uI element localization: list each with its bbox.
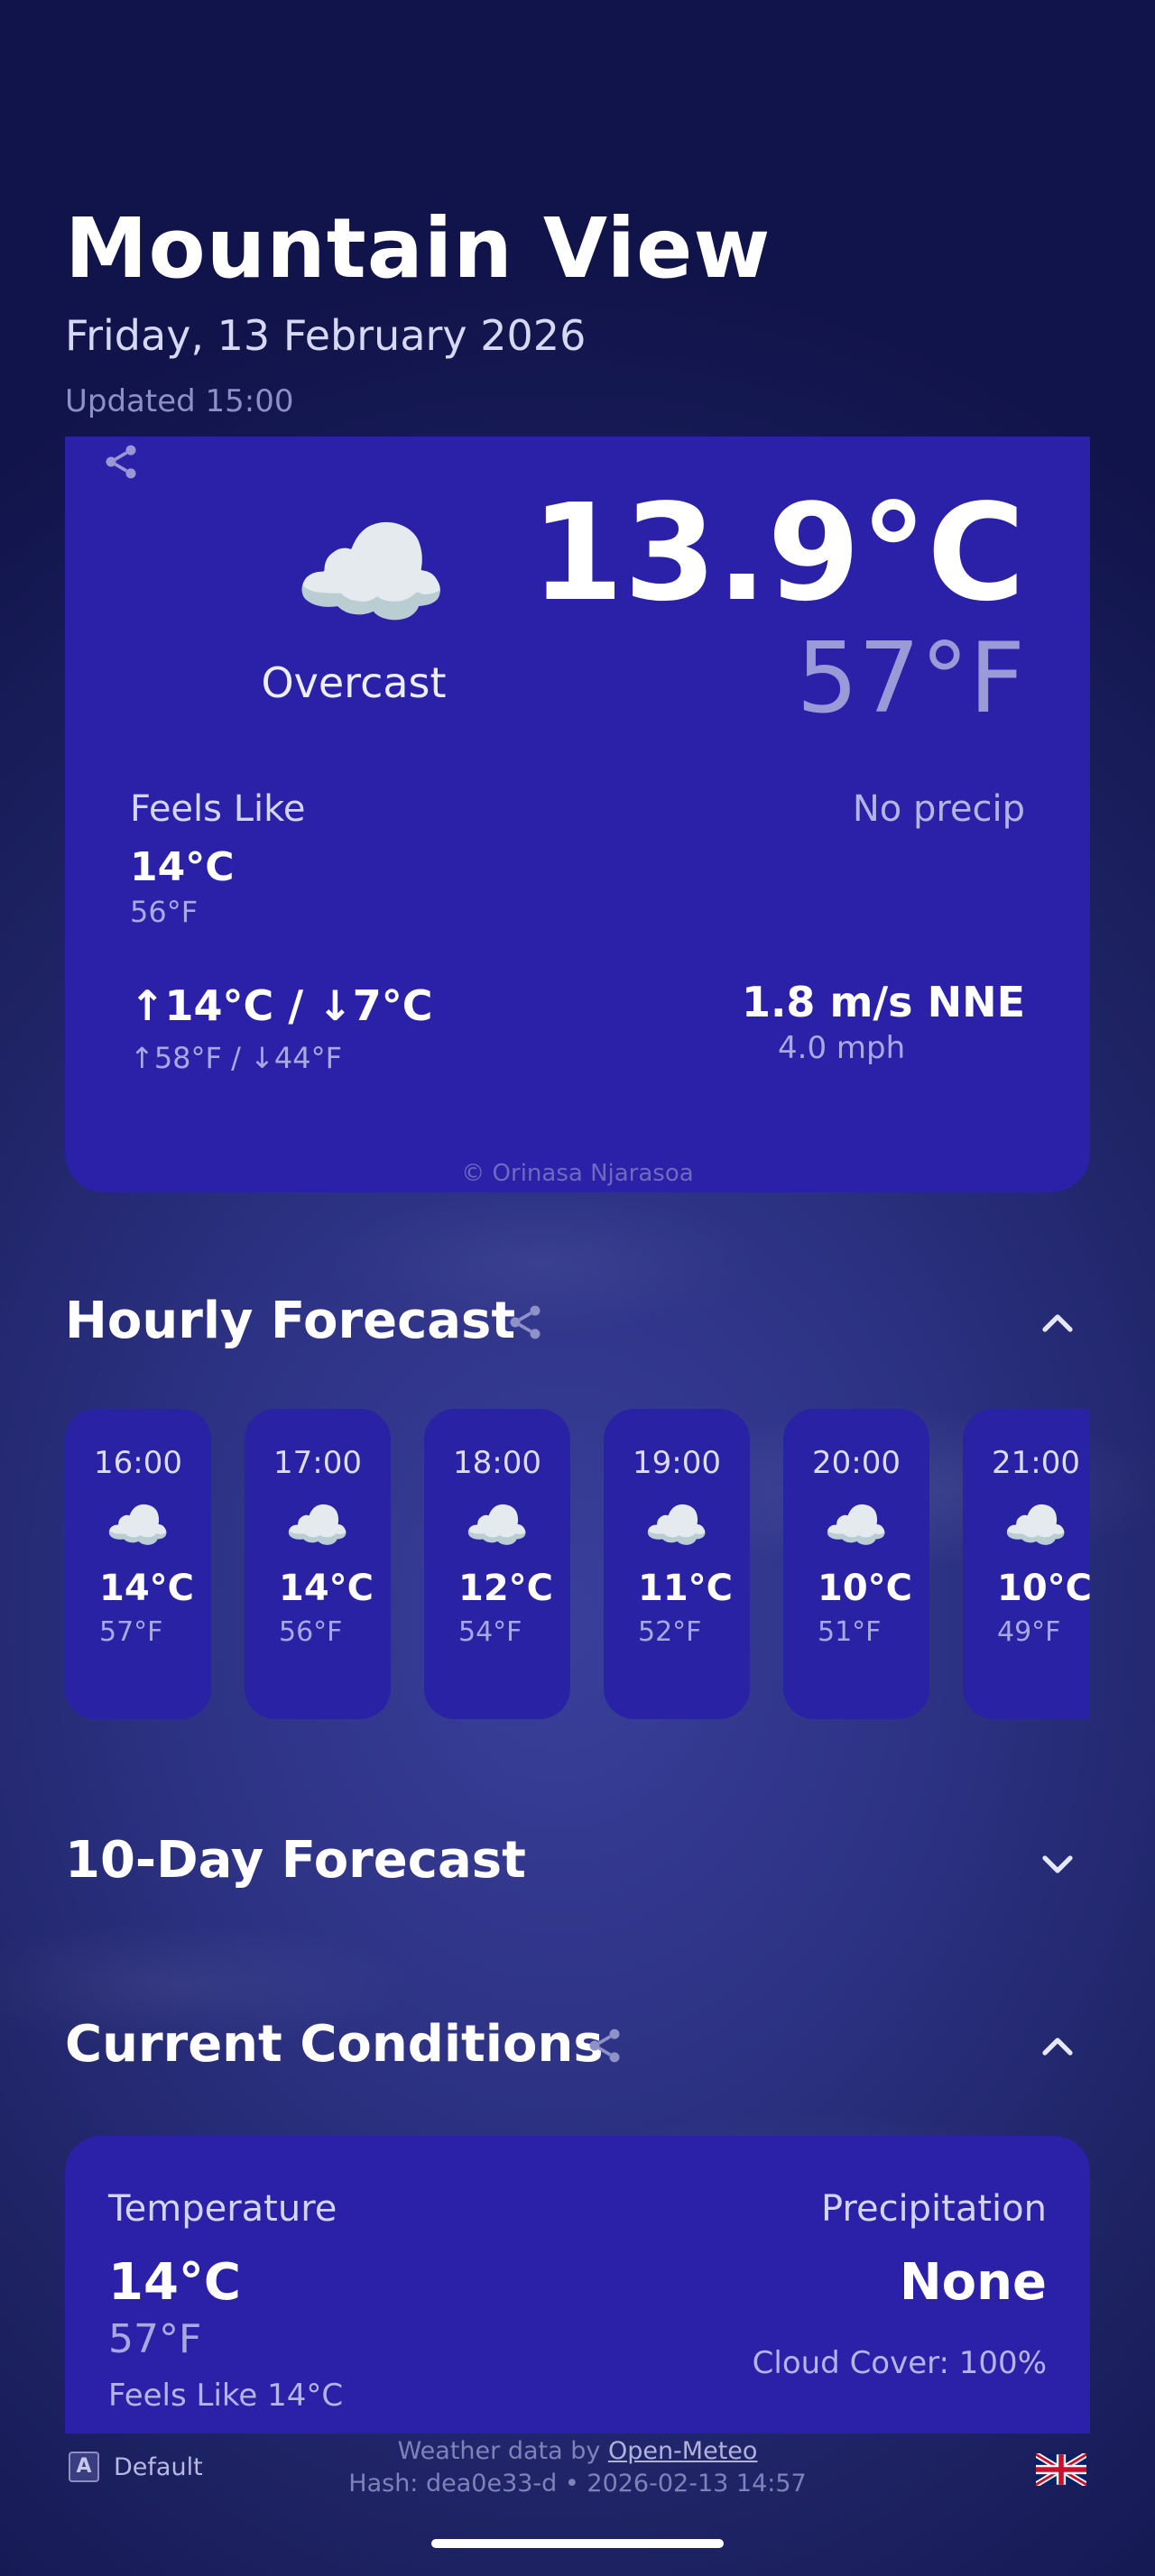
hour-time: 21:00: [992, 1445, 1080, 1481]
current-weather-card: ☁️ Overcast 13.9°C 57°F Feels Like 14°C …: [65, 437, 1090, 1192]
temperature-celsius: 13.9°C: [531, 475, 1025, 630]
hourly-card[interactable]: 19:00 ☁️ 11°C 52°F: [604, 1409, 750, 1719]
cloud-cover-text: Cloud Cover: 100%: [752, 2345, 1047, 2381]
share-icon[interactable]: [101, 442, 141, 482]
precipitation-value: None: [899, 2253, 1047, 2312]
hour-temp-fahrenheit: 49°F: [997, 1616, 1061, 1648]
temperature-value-fahrenheit: 57°F: [108, 2316, 202, 2362]
temperature-label: Temperature: [108, 2188, 337, 2230]
chevron-down-icon[interactable]: [1036, 1842, 1079, 1885]
hour-temp-fahrenheit: 51°F: [818, 1616, 882, 1648]
cloud-icon: ☁️: [284, 1495, 351, 1556]
hour-temp-celsius: 14°C: [99, 1568, 195, 1609]
hour-time: 18:00: [453, 1445, 541, 1481]
cloud-icon: ☁️: [105, 1495, 171, 1556]
cloud-icon: ☁️: [464, 1495, 531, 1556]
wind-speed-ms: 1.8 m/s NNE: [741, 978, 1025, 1026]
chevron-up-icon[interactable]: [1036, 2026, 1079, 2069]
cloud-icon: ☁️: [823, 1495, 890, 1556]
open-meteo-link[interactable]: Open-Meteo: [608, 2437, 757, 2465]
feels-like-label: Feels Like: [130, 788, 306, 830]
hourly-forecast-title: Hourly Forecast: [65, 1292, 516, 1350]
updated-time: Updated 15:00: [65, 383, 294, 419]
precipitation-label: Precipitation: [820, 2188, 1047, 2230]
data-attribution: Weather data by Open-Meteo: [307, 2435, 848, 2468]
temperature-fahrenheit: 57°F: [796, 622, 1025, 735]
hourly-card[interactable]: 16:00 ☁️ 14°C 57°F: [65, 1409, 211, 1719]
hourly-card[interactable]: 21:00 ☁️ 10°C 49°F: [963, 1409, 1093, 1719]
hour-temp-fahrenheit: 57°F: [99, 1616, 163, 1648]
feels-like-text: Feels Like 14°C: [108, 2378, 344, 2414]
hour-temp-celsius: 12°C: [458, 1568, 554, 1609]
hour-temp-fahrenheit: 54°F: [458, 1616, 522, 1648]
share-icon[interactable]: [585, 2026, 624, 2065]
hourly-card[interactable]: 20:00 ☁️ 10°C 51°F: [783, 1409, 929, 1719]
photo-credit: © Orinasa Njarasoa: [461, 1160, 694, 1187]
attribution-prefix: Weather data by: [397, 2437, 608, 2465]
theme-toggle[interactable]: A Default: [69, 2452, 203, 2482]
city-title: Mountain View: [65, 200, 772, 297]
cloud-icon: ☁️: [1003, 1495, 1069, 1556]
chevron-up-icon[interactable]: [1036, 1302, 1079, 1346]
hour-time: 17:00: [273, 1445, 362, 1481]
hour-time: 16:00: [94, 1445, 182, 1481]
cloud-icon: ☁️: [292, 500, 450, 647]
hour-time: 19:00: [633, 1445, 721, 1481]
home-indicator[interactable]: [431, 2539, 724, 2548]
hour-temp-fahrenheit: 52°F: [638, 1616, 702, 1648]
condition-label: Overcast: [261, 658, 447, 707]
feels-like-celsius: 14°C: [130, 844, 235, 890]
precip-status: No precip: [852, 788, 1025, 830]
hour-time: 20:00: [812, 1445, 901, 1481]
theme-icon: A: [69, 2452, 99, 2482]
current-date: Friday, 13 February 2026: [65, 311, 587, 360]
theme-label: Default: [114, 2452, 203, 2481]
high-low-fahrenheit: ↑58°F / ↓44°F: [130, 1041, 342, 1075]
hourly-card[interactable]: 18:00 ☁️ 12°C 54°F: [424, 1409, 570, 1719]
hour-temp-celsius: 14°C: [279, 1568, 374, 1609]
footer-info: Weather data by Open-Meteo Hash: dea0e33…: [307, 2435, 848, 2501]
cloud-icon: ☁️: [643, 1495, 710, 1556]
build-hash: Hash: dea0e33-d • 2026-02-13 14:57: [348, 2470, 807, 2498]
feels-like-fahrenheit: 56°F: [130, 895, 199, 929]
high-low-celsius: ↑14°C / ↓7°C: [130, 981, 433, 1030]
temperature-value-celsius: 14°C: [108, 2253, 242, 2312]
hour-temp-celsius: 10°C: [818, 1568, 913, 1609]
hourly-card[interactable]: 17:00 ☁️ 14°C 56°F: [245, 1409, 391, 1719]
uk-flag-icon[interactable]: [1034, 2452, 1088, 2488]
hour-temp-celsius: 11°C: [638, 1568, 734, 1609]
ten-day-forecast-title[interactable]: 10-Day Forecast: [65, 1831, 526, 1890]
share-icon[interactable]: [505, 1302, 545, 1342]
hour-temp-celsius: 10°C: [997, 1568, 1093, 1609]
current-conditions-title: Current Conditions: [65, 2015, 604, 2074]
current-conditions-card: Temperature 14°C 57°F Feels Like 14°C Pr…: [65, 2136, 1090, 2433]
hour-temp-fahrenheit: 56°F: [279, 1616, 343, 1648]
wind-speed-mph: 4.0 mph: [778, 1030, 906, 1066]
